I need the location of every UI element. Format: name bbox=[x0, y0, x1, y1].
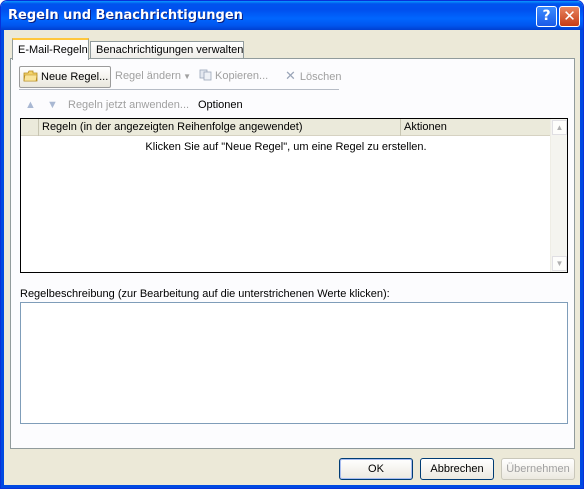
rules-list-header: Regeln (in der angezeigten Reihenfolge a… bbox=[21, 119, 551, 136]
apply-button[interactable]: Übernehmen bbox=[501, 458, 575, 480]
close-button[interactable]: ✕ bbox=[559, 6, 580, 27]
rules-column-header[interactable]: Regeln (in der angezeigten Reihenfolge a… bbox=[39, 119, 401, 136]
help-button[interactable]: ? bbox=[536, 6, 557, 27]
window-frame-left bbox=[1, 30, 4, 488]
tab-email-rules[interactable]: E-Mail-Regeln bbox=[12, 38, 89, 60]
checkbox-column-header[interactable] bbox=[21, 119, 39, 136]
new-folder-icon bbox=[23, 70, 38, 82]
rules-list[interactable]: Regeln (in der angezeigten Reihenfolge a… bbox=[20, 118, 568, 273]
rules-dialog: Regeln und Benachrichtigungen ? ✕ E-Mail… bbox=[0, 0, 584, 489]
scroll-up-icon[interactable]: ▲ bbox=[552, 120, 567, 135]
copy-rule-button[interactable]: Kopieren... bbox=[199, 66, 277, 88]
new-rule-label: Neue Regel... bbox=[41, 71, 109, 83]
actions-column-header[interactable]: Aktionen bbox=[401, 119, 551, 136]
copy-label: Kopieren... bbox=[215, 70, 269, 82]
rule-description-box[interactable] bbox=[20, 302, 568, 424]
toolbar-divider bbox=[19, 89, 339, 90]
options-link[interactable]: Optionen bbox=[198, 99, 243, 111]
window-frame-right bbox=[580, 30, 583, 488]
apply-rules-now-link[interactable]: Regeln jetzt anwenden... bbox=[68, 99, 189, 111]
rule-description-label: Regelbeschreibung (zur Bearbeitung auf d… bbox=[20, 288, 390, 300]
delete-x-icon: ✕ bbox=[285, 68, 296, 83]
scroll-down-icon[interactable]: ▼ bbox=[552, 256, 567, 271]
tab-manage-alerts[interactable]: Benachrichtigungen verwalten bbox=[90, 41, 244, 59]
delete-label: Löschen bbox=[299, 71, 342, 83]
rules-list-scrollbar[interactable]: ▲ ▼ bbox=[550, 119, 567, 272]
move-down-icon[interactable]: ▼ bbox=[47, 99, 58, 111]
window-title: Regeln und Benachrichtigungen bbox=[8, 8, 243, 23]
tab-panel: Neue Regel... Regel ändern ▼ Kopieren... … bbox=[10, 58, 575, 449]
change-rule-button[interactable]: Regel ändern ▼ bbox=[115, 66, 193, 88]
copy-icon bbox=[199, 69, 212, 81]
ok-button[interactable]: OK bbox=[339, 458, 413, 480]
chevron-down-icon: ▼ bbox=[183, 72, 191, 81]
delete-rule-button[interactable]: ✕ Löschen bbox=[285, 66, 355, 88]
title-bar: Regeln und Benachrichtigungen ? ✕ bbox=[1, 1, 583, 30]
empty-list-message: Klicken Sie auf "Neue Regel", um eine Re… bbox=[145, 141, 427, 153]
new-rule-button[interactable]: Neue Regel... bbox=[19, 66, 111, 88]
window-frame-bottom bbox=[1, 485, 583, 488]
cancel-button[interactable]: Abbrechen bbox=[420, 458, 494, 480]
change-rule-label: Regel ändern bbox=[115, 70, 182, 82]
move-up-icon[interactable]: ▲ bbox=[25, 99, 36, 111]
